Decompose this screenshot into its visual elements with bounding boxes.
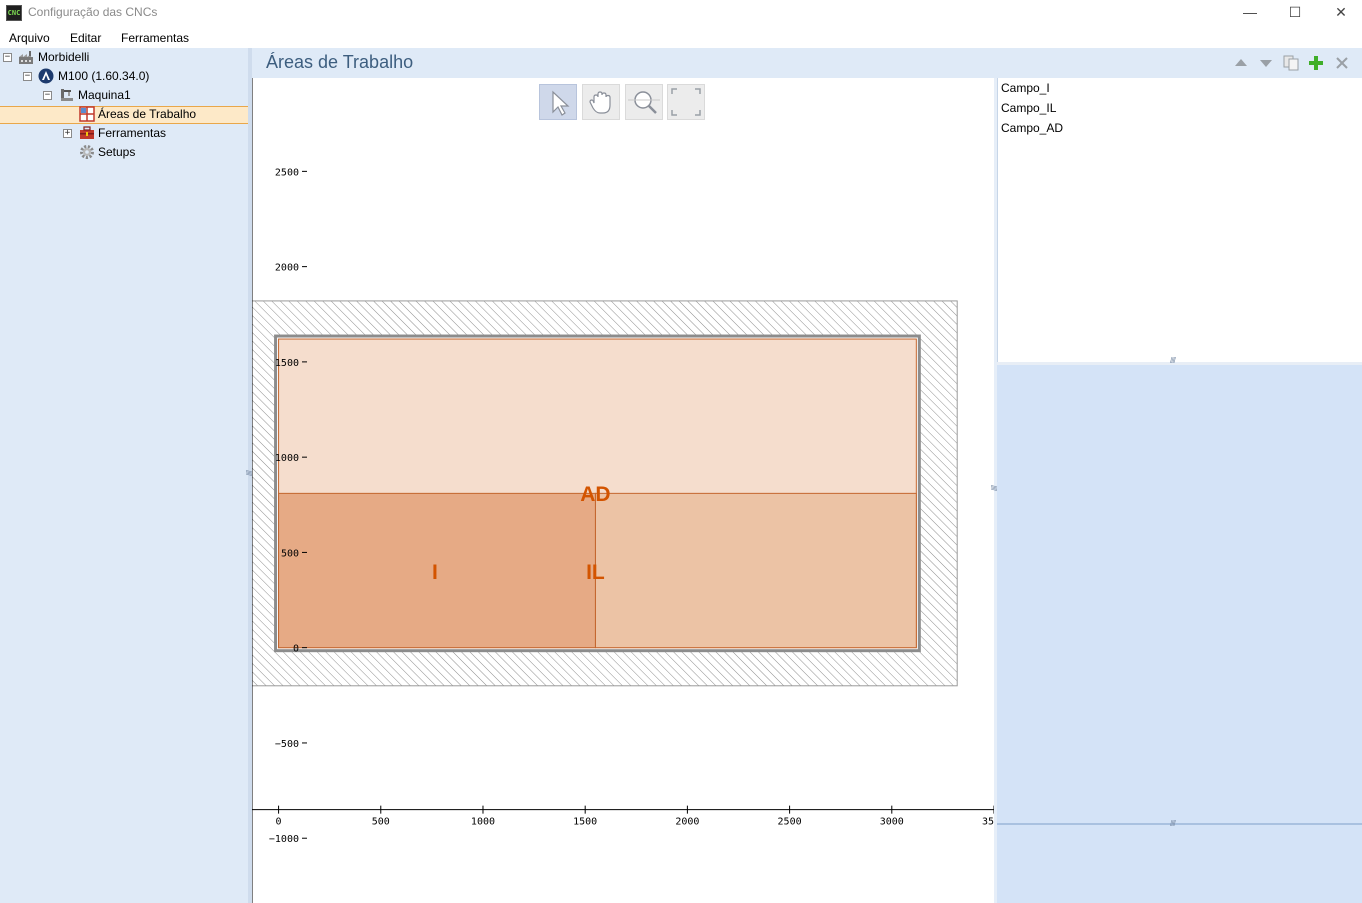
y-tick-label: 1000 — [275, 453, 299, 464]
app-icon: CNC — [6, 5, 22, 21]
x-tick-label: 2000 — [675, 817, 699, 828]
factory-icon — [19, 51, 33, 64]
y-tick-label: 2500 — [275, 167, 299, 178]
move-down-icon[interactable] — [1257, 55, 1275, 71]
properties-splitter[interactable]: //// — [997, 819, 1362, 828]
fit-view-icon — [671, 88, 701, 116]
y-tick-label: −500 — [275, 739, 299, 750]
collapse-icon[interactable]: − — [43, 91, 52, 100]
window-title: Configuração das CNCs — [28, 5, 158, 19]
copy-icon[interactable] — [1282, 55, 1300, 71]
chart-canvas[interactable]: AD IL I 2500 2000 1500 1000 500 0 −500 −1000 0 500 10… — [252, 78, 994, 903]
collapse-icon[interactable]: − — [3, 53, 12, 62]
add-icon[interactable] — [1307, 55, 1325, 71]
menu-arquivo[interactable]: Arquivo — [9, 31, 50, 45]
tree-item-m100[interactable]: − M100 (1.60.34.0) — [0, 67, 248, 86]
tree-item-setups[interactable]: Setups — [0, 143, 248, 162]
machine-icon — [61, 89, 73, 101]
x-tick-label: 35 — [982, 817, 994, 828]
y-tick-label: −1000 — [269, 834, 299, 845]
tree-label: Morbidelli — [38, 50, 90, 64]
list-item-campo-i[interactable]: Campo_I — [1001, 81, 1050, 95]
tree-label: M100 (1.60.34.0) — [58, 69, 150, 83]
y-tick-label: 0 — [293, 644, 299, 655]
area-label-il: IL — [586, 561, 605, 584]
tree-item-ferramentas[interactable]: + Ferramentas — [0, 124, 248, 143]
tree-label: Ferramentas — [98, 126, 167, 140]
y-tick-label: 500 — [281, 548, 299, 559]
navigation-tree — [0, 48, 248, 903]
x-tick-label: 1000 — [471, 817, 495, 828]
collapse-icon[interactable]: − — [23, 72, 32, 81]
pointer-tool-button[interactable] — [539, 84, 577, 120]
fit-view-tool-button[interactable] — [667, 84, 705, 120]
zoom-tool-button[interactable] — [625, 84, 663, 120]
x-tick-label: 500 — [372, 817, 390, 828]
area-label-i: I — [432, 561, 438, 584]
y-tick-label: 1500 — [275, 358, 299, 369]
list-item-campo-il[interactable]: Campo_IL — [1001, 101, 1056, 115]
page-title: Áreas de Trabalho — [266, 52, 414, 72]
move-up-icon[interactable] — [1232, 55, 1250, 71]
list-item-campo-ad[interactable]: Campo_AD — [1001, 121, 1063, 135]
tree-label: Setups — [98, 145, 136, 159]
close-icon[interactable]: ✕ — [1318, 0, 1362, 26]
tree-label: Áreas de Trabalho — [98, 107, 197, 121]
tree-item-maquina1[interactable]: − Maquina1 — [0, 86, 248, 105]
menu-ferramentas[interactable]: Ferramentas — [121, 31, 189, 45]
work-area-list: Campo_I Campo_IL Campo_AD — [997, 78, 1362, 362]
tree-label: Maquina1 — [78, 88, 131, 102]
toolbox-icon — [80, 126, 94, 139]
tree-item-areas-de-trabalho[interactable]: Áreas de Trabalho — [0, 105, 248, 124]
title-bar — [0, 0, 1362, 26]
menu-bar — [0, 26, 1362, 48]
work-area-chart[interactable]: AD IL I 2500 2000 1500 1000 500 0 −500 −1000 0 500 10… — [252, 78, 994, 903]
content-header — [252, 48, 1362, 78]
menu-editar[interactable]: Editar — [70, 31, 101, 45]
y-tick-label: 2000 — [275, 263, 299, 274]
hand-pan-icon — [589, 91, 611, 114]
expand-icon[interactable]: + — [63, 129, 72, 138]
work-area-grid-icon — [79, 106, 95, 122]
x-tick-label: 3000 — [880, 817, 904, 828]
x-tick-label: 2500 — [778, 817, 802, 828]
delete-icon[interactable] — [1333, 55, 1351, 71]
maximize-icon[interactable]: ☐ — [1272, 0, 1318, 26]
zoom-icon — [628, 91, 660, 114]
gear-icon — [80, 145, 94, 159]
pointer-icon — [552, 90, 570, 116]
work-area-il — [594, 492, 917, 649]
pan-tool-button[interactable] — [582, 84, 620, 120]
x-tick-label: 1500 — [573, 817, 597, 828]
cnc-logo-icon — [38, 68, 54, 84]
minimize-icon[interactable]: — — [1227, 0, 1273, 26]
tree-item-morbidelli[interactable]: − Morbidelli — [0, 48, 248, 67]
x-tick-label: 0 — [276, 817, 282, 828]
area-label-ad: AD — [580, 483, 610, 506]
